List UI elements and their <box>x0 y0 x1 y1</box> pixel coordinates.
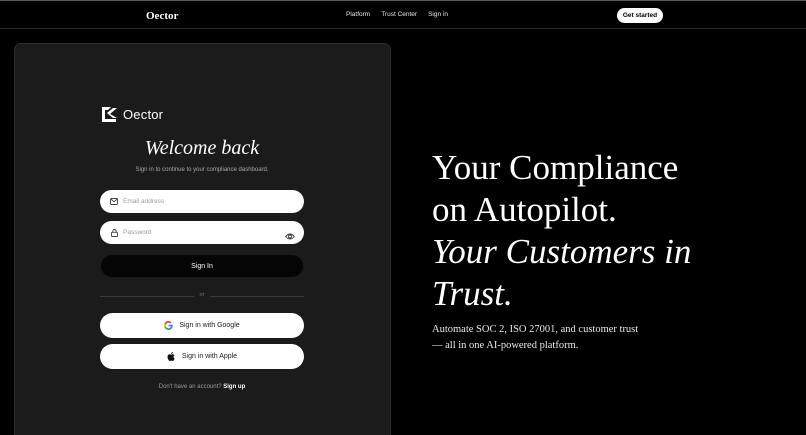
signup-prompt-text: Don't have an account? <box>158 384 222 390</box>
divider-text: or <box>199 292 205 298</box>
login-logo: Oector <box>100 106 163 123</box>
apple-icon <box>167 352 176 361</box>
oector-logo-icon <box>100 106 118 123</box>
lock-icon <box>110 228 118 237</box>
password-field[interactable] <box>100 221 304 244</box>
apple-sign-in-button[interactable]: Sign in with Apple <box>100 344 304 369</box>
sign-in-button[interactable]: Sign In <box>100 254 304 278</box>
hero-line-3: Your Customers in <box>432 232 692 271</box>
hero-line-1: Your Compliance <box>432 148 679 187</box>
nav-link-platform[interactable]: Platform <box>346 11 370 18</box>
google-sign-in-button[interactable]: Sign in with Google <box>100 313 304 338</box>
google-icon <box>164 321 174 330</box>
mail-icon <box>110 198 118 206</box>
email-input[interactable] <box>123 198 273 205</box>
brand-wordmark[interactable]: Oector <box>146 10 178 22</box>
eye-icon[interactable] <box>285 228 295 240</box>
apple-button-label: Sign in with Apple <box>181 353 238 360</box>
nav-link-sign-in[interactable]: Sign in <box>428 11 448 18</box>
login-title: Welcome back <box>144 137 260 159</box>
hero-headline: Your Compliance on Autopilot. Your Custo… <box>432 147 792 315</box>
divider-line-right <box>210 296 304 297</box>
hero-subtitle-line-2: — all in one AI-powered platform. <box>432 340 579 351</box>
sign-up-link[interactable]: Sign up <box>223 384 245 390</box>
nav-links: Platform Trust Center Sign in <box>346 11 448 18</box>
or-divider: or <box>100 292 304 300</box>
hero-subtitle: Automate SOC 2, ISO 27001, and customer … <box>432 322 662 354</box>
nav-link-trust-center[interactable]: Trust Center <box>381 11 417 18</box>
login-subtitle: Sign in to continue to your compliance d… <box>135 167 269 173</box>
email-field[interactable] <box>100 190 304 213</box>
password-input[interactable] <box>123 229 273 236</box>
google-button-label: Sign in with Google <box>179 322 240 329</box>
hero-subtitle-line-1: Automate SOC 2, ISO 27001, and customer … <box>432 324 639 335</box>
signup-prompt: Don't have an account? Sign up <box>100 384 304 390</box>
hero-line-2: on Autopilot. <box>432 190 617 229</box>
logo-text: Oector <box>123 107 164 122</box>
get-started-button[interactable]: Get started <box>617 8 663 23</box>
hero-line-4: Trust. <box>432 274 513 313</box>
top-navigation-bar: Oector Platform Trust Center Sign in Get… <box>0 0 806 29</box>
